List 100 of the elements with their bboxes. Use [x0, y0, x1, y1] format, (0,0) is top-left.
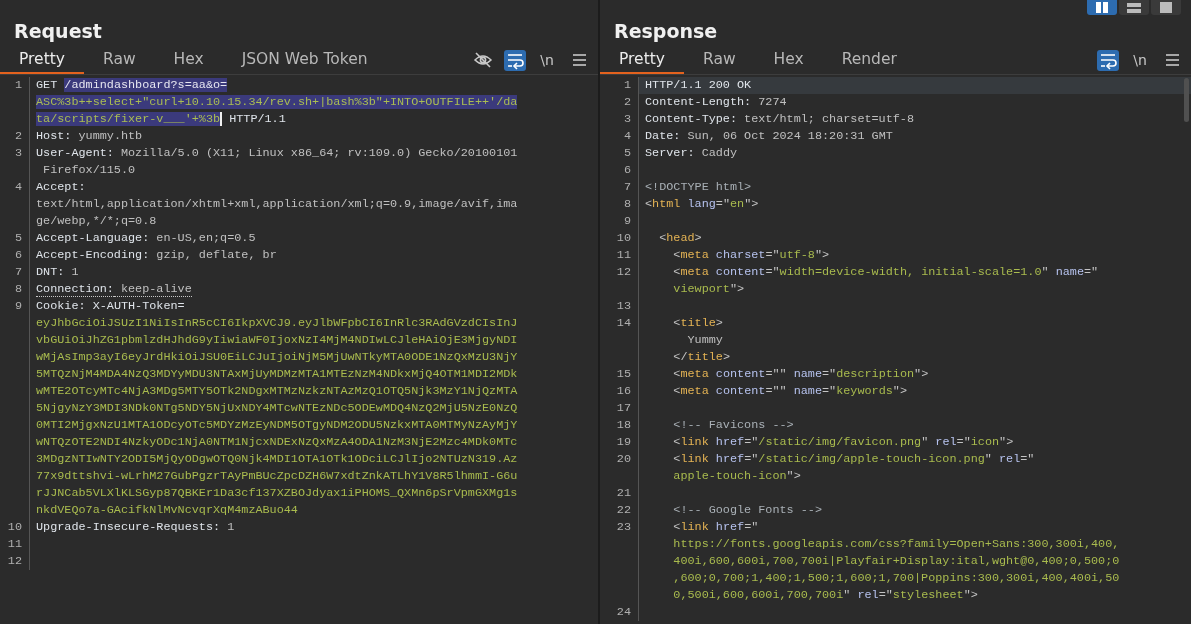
rows-icon — [1126, 1, 1142, 14]
code-line: Host: yummy.htb — [35, 128, 144, 145]
line-number: 20 — [600, 451, 639, 485]
menu-icon — [1164, 52, 1180, 68]
line-number: 5 — [0, 230, 30, 247]
code-line: viewport"> — [672, 281, 746, 298]
code-line: Upgrade-Insecure-Requests: 1 — [35, 519, 236, 536]
line-number: 8 — [0, 281, 30, 298]
line-number: 7 — [0, 264, 30, 281]
code-line: <!DOCTYPE html> — [644, 179, 753, 196]
code-line: <!-- Google Fonts --> — [672, 502, 823, 519]
line-number: 18 — [600, 417, 639, 434]
code-line: text/html,application/xhtml+xml,application/xml;q=0.9,image/avif,ima — [35, 196, 519, 213]
line-number: 12 — [0, 553, 30, 570]
code-line: 0MTI2MjgxNzU1MTA1ODcyOTc5MDYzMzEyNDM5OTgyNDM2ODU5NzkxMTA0MTMyNzAyMjY — [35, 417, 519, 434]
menu-icon — [571, 52, 587, 68]
code-line: rJJNCab5VLXlKLSGyp87QBKEr1Da3cf137XZBOJdyax1iPHOMS_QXMn6pSrVpmGXMg1s — [35, 485, 519, 502]
code-line: Date: Sun, 06 Oct 2024 18:20:31 GMT — [644, 128, 894, 145]
tab[interactable]: Hex — [754, 46, 823, 74]
code-line: ge/webp,*/*;q=0.8 — [35, 213, 158, 230]
line-number: 2 — [0, 128, 30, 145]
code-line: wMjAsImp3ayI6eyJrdHkiOiJSU0EiLCJuIjoiNjM5MjUwNTkyMTA0ODE1NzQxMzU3NjY — [35, 349, 519, 366]
scrollbar-thumb[interactable] — [1184, 78, 1189, 122]
line-number: 1 — [0, 77, 30, 128]
tab[interactable]: Pretty — [600, 46, 684, 74]
code-line: apple-touch-icon"> — [672, 468, 802, 485]
line-number: 12 — [600, 264, 639, 298]
code-line: <meta content="width=device-width, initial-scale=1.0" name=" — [672, 264, 1100, 281]
layout-button[interactable] — [1087, 0, 1117, 15]
tab[interactable]: JSON Web Token — [222, 46, 387, 74]
code-line: <html lang="en"> — [644, 196, 760, 213]
tab[interactable]: Render — [822, 46, 916, 74]
tab[interactable]: Hex — [154, 46, 223, 74]
code-line: ta/scripts/fixer-v___'+%3b HTTP/1.1 — [35, 111, 287, 128]
code-line: Server: Caddy — [644, 145, 739, 162]
line-number: 10 — [600, 230, 639, 247]
code-line: Content-Type: text/html; charset=utf-8 — [644, 111, 915, 128]
code-line: </title> — [672, 349, 731, 366]
line-number: 9 — [0, 298, 30, 519]
code-line: <link href=" — [672, 519, 760, 536]
line-number: 2 — [600, 94, 639, 111]
code-line: ,600;0,700;1,400;1,500;1,600;1,700|Poppins:300,300i,400,400i,50 — [672, 570, 1121, 587]
code-line: <title> — [672, 315, 724, 332]
code-line: 3MDgzNTIwNTY2ODI5MjQyODgwOTQ0Njk4MDI1OTA1OTk1ODciLCJlIjo2NTUzN319.Az — [35, 451, 519, 468]
line-number: 22 — [600, 502, 639, 519]
code-line: https://fonts.googleapis.com/css?family=Open+Sans:300,300i,400, — [672, 536, 1121, 553]
line-number: 10 — [0, 519, 30, 536]
newline-button[interactable]: \n — [1129, 49, 1151, 71]
columns-icon — [1094, 1, 1110, 14]
code-line: Yummy — [686, 332, 724, 349]
line-number: 11 — [0, 536, 30, 553]
code-line: Cookie: X-AUTH-Token= — [35, 298, 186, 315]
newline-button[interactable]: \n — [536, 49, 558, 71]
code-line: wNTQzOTE2NDI4NzkyODc1NjA0NTM1NjcxNDExNzQxMzA4ODA1NzM3NjE2Mzc4MDk0MTc — [35, 434, 519, 451]
wrap-button[interactable] — [504, 49, 526, 71]
layout-button[interactable] — [1119, 0, 1149, 15]
code-line: 5NjgyNzY3MDI3NDk0NTg5NDY5NjUxNDY4MTcwNTEzNDc5ODEwMDQ4NzQ2MjU5NzE0NzQ — [35, 400, 519, 417]
line-number: 9 — [600, 213, 639, 230]
code-line: 77x9dttshvi-wLrhM27GubPgzrTAyPmBUcZpcDZH6W7xdtZnkATLhY1V8R5lhmmI-G6u — [35, 468, 519, 485]
eye-slash-icon — [473, 50, 493, 70]
line-number: 23 — [600, 519, 639, 604]
code-line: <head> — [658, 230, 703, 247]
line-number: 5 — [600, 145, 639, 162]
line-number: 24 — [600, 604, 639, 621]
line-number: 3 — [0, 145, 30, 179]
line-number: 6 — [0, 247, 30, 264]
code-line: Accept-Language: en-US,en;q=0.5 — [35, 230, 257, 247]
line-number: 11 — [600, 247, 639, 264]
line-number: 16 — [600, 383, 639, 400]
code-line: <link href="/static/img/favicon.png" rel="icon"> — [672, 434, 1015, 451]
tab[interactable]: Raw — [684, 46, 755, 74]
code-line: <meta charset="utf-8"> — [672, 247, 831, 264]
code-line: <meta content="" name="description"> — [672, 366, 930, 383]
line-number: 6 — [600, 162, 639, 179]
line-number: 13 — [600, 298, 639, 315]
code-line: <!-- Favicons --> — [672, 417, 795, 434]
code-line: wMTE2OTcyMTc4NjA3MDg5MTY5OTk2NDgxMTMzNzkzNTAzMzQ1OTQ5Njk3MzY1NjQzMTA — [35, 383, 519, 400]
tab[interactable]: Pretty — [0, 46, 84, 74]
code-line: 400i,600,600i,700,700i|Playfair+Display:ital,wght@0,400;0,500;0 — [672, 553, 1121, 570]
panel-icon — [1158, 1, 1174, 14]
code-line: Connection: keep-alive — [35, 281, 193, 298]
line-number: 21 — [600, 485, 639, 502]
panel-title: Request — [14, 21, 102, 42]
code-line: 0,500i,600,600i,700,700i" rel="stylesheet"> — [672, 587, 979, 604]
code-line: <meta content="" name="keywords"> — [672, 383, 908, 400]
line-number: 19 — [600, 434, 639, 451]
line-number: 14 — [600, 315, 639, 366]
line-number: 7 — [600, 179, 639, 196]
line-number: 15 — [600, 366, 639, 383]
code-line: Accept: — [35, 179, 87, 196]
code-line: Content-Length: 7274 — [644, 94, 788, 111]
code-line: <link href="/static/img/apple-touch-icon.png" rel=" — [672, 451, 1036, 468]
line-number: 4 — [600, 128, 639, 145]
code-line: 5MTQzNjM4MDA4NzQ3MDYyMDU3NTAxMjUyMDMzMTA1MTEzNzM4NDkxMjQ4OTM1MDI2MDk — [35, 366, 519, 383]
layout-button[interactable] — [1151, 0, 1181, 15]
code-line: User-Agent: Mozilla/5.0 (X11; Linux x86_64; rv:109.0) Gecko/20100101 — [35, 145, 519, 162]
line-number: 3 — [600, 111, 639, 128]
tab[interactable]: Raw — [84, 46, 155, 74]
code-line: Accept-Encoding: gzip, deflate, br — [35, 247, 278, 264]
wrap-button[interactable] — [1097, 49, 1119, 71]
